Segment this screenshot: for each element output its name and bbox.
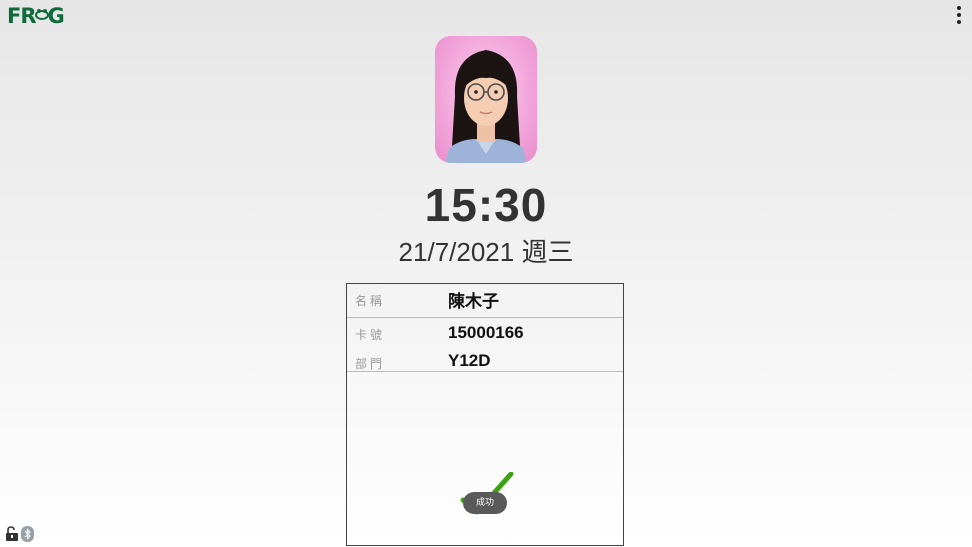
menu-dot — [957, 6, 961, 10]
frog-icon — [34, 7, 49, 24]
user-photo — [435, 36, 537, 163]
card-label: 卡號 — [355, 328, 386, 342]
bluetooth-icon — [21, 526, 34, 542]
dept-label: 部門 — [355, 357, 386, 371]
success-toast: 成功 — [463, 492, 507, 514]
clock-time: 15:30 — [424, 179, 548, 231]
name-label: 名稱 — [355, 294, 386, 308]
logo-text-right: G — [47, 4, 65, 28]
more-vertical-icon[interactable] — [954, 6, 964, 24]
info-row-dept: 部門 Y12D — [347, 348, 623, 372]
logo-text-left: FR — [7, 4, 36, 28]
clock-date: 21/7/2021 週三 — [398, 237, 574, 267]
dept-value: Y12D — [448, 351, 491, 370]
name-value: 陳木子 — [448, 292, 499, 311]
unlocked-padlock-icon — [6, 526, 18, 541]
menu-dot — [957, 20, 961, 24]
frog-logo: FR G — [7, 4, 65, 28]
card-value: 15000166 — [448, 323, 524, 342]
info-row-name: 名稱 陳木子 — [347, 284, 623, 318]
info-row-card: 卡號 15000166 — [347, 318, 623, 348]
info-card: 名稱 陳木子 卡號 15000166 部門 Y12D 成功 — [346, 283, 624, 546]
menu-dot — [957, 13, 961, 17]
